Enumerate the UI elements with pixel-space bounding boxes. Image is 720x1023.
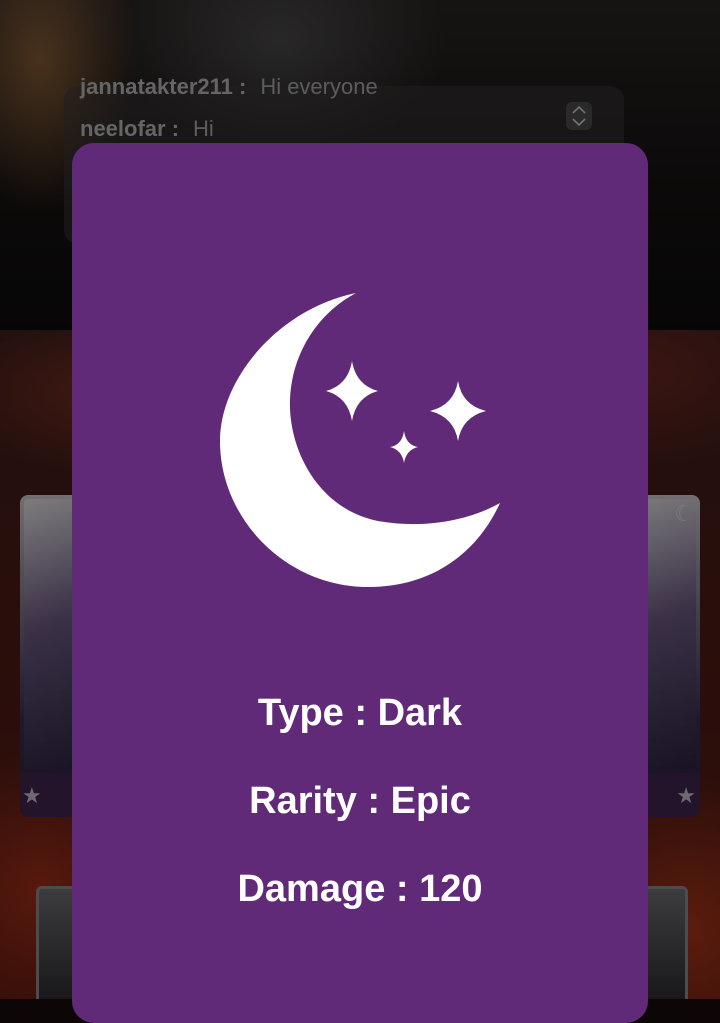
card-rarity-label: Rarity : Epic — [249, 780, 471, 822]
crescent-moon-stars-icon — [218, 289, 508, 589]
card-type-label: Type : Dark — [257, 692, 463, 734]
card-detail-modal: Type : Dark Rarity : Epic Damage : 120 — [72, 143, 648, 1023]
card-damage-label: Damage : 120 — [237, 868, 483, 910]
